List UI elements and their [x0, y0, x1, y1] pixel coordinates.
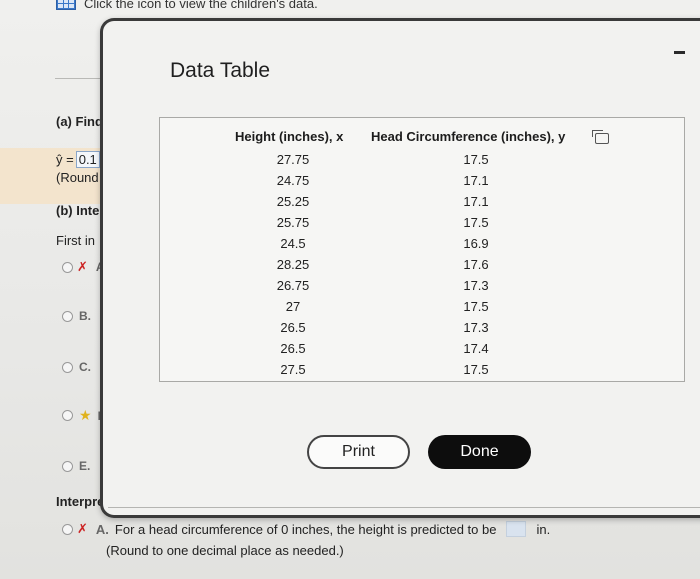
cell-x: 26.5: [280, 320, 306, 335]
cell-y: 17.5: [463, 299, 489, 314]
answer-radio[interactable]: [62, 523, 73, 535]
copy-icon[interactable]: [592, 130, 609, 144]
yhat-input[interactable]: 0.1: [75, 151, 100, 168]
dialog-title: Data Table: [170, 59, 271, 82]
cell-y: 17.5: [463, 215, 489, 230]
answer-text: For a head circumference of 0 inches, th…: [114, 521, 497, 537]
radio-c[interactable]: [62, 361, 73, 373]
correct-star-icon: ★: [79, 407, 92, 423]
cell-y: 17.5: [463, 152, 489, 167]
minimize-icon[interactable]: [674, 51, 685, 54]
cell-x: 27.5: [280, 362, 306, 377]
choice-c[interactable]: C.: [62, 360, 91, 374]
view-data-link[interactable]: Click the icon to view the children's da…: [56, 0, 318, 13]
view-data-text[interactable]: Click the icon to view the children's da…: [84, 0, 318, 11]
answer-line: ✗ A. For a head circumference of 0 inche…: [62, 521, 550, 537]
incorrect-icon: ✗: [77, 259, 88, 274]
radio-e[interactable]: [62, 460, 73, 472]
choice-c-letter: C.: [79, 360, 91, 374]
choice-b[interactable]: B.: [62, 309, 91, 323]
cell-y: 17.5: [463, 362, 489, 377]
cell-x: 26.5: [280, 341, 306, 356]
radio-a[interactable]: [62, 261, 73, 273]
dialog-bottom-edge: [108, 507, 700, 508]
cell-y: 17.4: [463, 341, 489, 356]
interpret-label: Interpre: [56, 494, 105, 509]
cell-y: 17.1: [463, 194, 489, 209]
choice-e[interactable]: E.: [62, 459, 90, 473]
radio-d[interactable]: [62, 410, 73, 421]
first-instruction: First in: [56, 233, 95, 248]
answer-incorrect-icon: ✗: [77, 521, 88, 536]
answer-input[interactable]: [506, 521, 527, 537]
choice-e-letter: E.: [79, 459, 91, 473]
round-note: (Round: [56, 170, 99, 185]
answer-unit: in.: [536, 521, 551, 537]
yhat-label: ŷ =: [56, 152, 74, 167]
cell-y: 17.1: [463, 173, 489, 188]
cell-x: 25.75: [276, 215, 310, 230]
answer-note: (Round to one decimal place as needed.): [106, 543, 344, 558]
data-table-dialog: Data Table Height (inches), x Head Circu…: [100, 18, 700, 518]
cell-y: 17.6: [463, 257, 489, 272]
cell-y: 17.3: [463, 278, 489, 293]
divider: [55, 78, 103, 79]
part-b-label: (b) Inte: [56, 203, 100, 218]
cell-x: 27: [285, 299, 301, 314]
part-a-label: (a) Find: [56, 114, 103, 129]
choice-b-letter: B.: [79, 309, 91, 323]
column-header-height: Height (inches), x: [235, 129, 344, 144]
cell-y: 16.9: [463, 236, 489, 251]
cell-x: 26.75: [276, 278, 310, 293]
cell-x: 24.75: [276, 173, 310, 188]
cell-x: 27.75: [276, 152, 310, 167]
answer-letter: A.: [95, 521, 109, 537]
print-button[interactable]: Print: [307, 435, 410, 469]
radio-b[interactable]: [62, 310, 73, 322]
data-table: Height (inches), x Head Circumference (i…: [159, 117, 685, 382]
yhat-line: ŷ = 0.1: [56, 151, 100, 168]
table-grid-icon[interactable]: [56, 0, 76, 10]
cell-x: 28.25: [276, 257, 310, 272]
cell-y: 17.3: [463, 320, 489, 335]
cell-x: 25.25: [276, 194, 310, 209]
done-button[interactable]: Done: [428, 435, 531, 469]
cell-x: 24.5: [280, 236, 306, 251]
column-header-head-circumference: Head Circumference (inches), y: [371, 129, 566, 144]
